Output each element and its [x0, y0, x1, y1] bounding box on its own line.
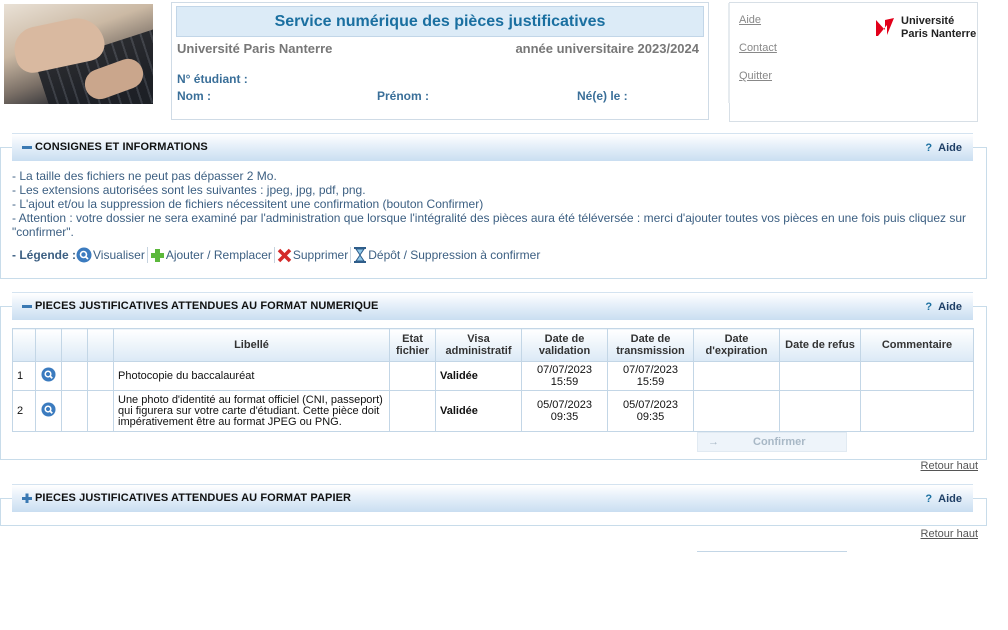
university-name: Université Paris Nanterre [177, 41, 333, 56]
documents-table: Libellé Etat fichier Visa administratif … [12, 328, 974, 432]
help-question-icon: ? [925, 142, 933, 154]
header-links-box: Aide Contact Quitter Université Paris Na… [728, 2, 978, 122]
view-icon [76, 247, 92, 263]
col-etat: Etat fichier [389, 328, 436, 362]
row-refus [779, 390, 861, 432]
row-libelle: Photocopie du baccalauréat [113, 361, 390, 391]
collapse-icon[interactable] [22, 142, 32, 152]
header-photo [4, 4, 153, 104]
instructions-title: CONSIGNES ET INFORMATIONS [35, 141, 208, 153]
digital-documents-header[interactable]: PIECES JUSTIFICATIVES ATTENDUES AU FORMA… [12, 292, 973, 320]
page-title: Service numérique des pièces justificati… [176, 6, 704, 37]
row-etat [389, 390, 436, 432]
row-commentaire [860, 390, 974, 432]
row-libelle: Une photo d'identité au format officiel … [113, 390, 390, 432]
back-to-top-link[interactable]: Retour haut [921, 460, 978, 472]
confirm-button[interactable]: → Confirmer [697, 432, 847, 452]
add-icon [150, 248, 164, 262]
student-identity-box: Service numérique des pièces justificati… [171, 2, 709, 120]
paper-documents-help[interactable]: ? Aide [925, 493, 962, 505]
row-visa: Validée [435, 390, 522, 432]
row-transmission: 07/07/2023 15:59 [607, 361, 694, 391]
row-etat [389, 361, 436, 391]
birth-date-label: Né(e) le : [577, 89, 628, 103]
legend: - Légende : Visualiser Ajouter / Remplac… [12, 247, 540, 263]
paper-documents-header[interactable]: PIECES JUSTIFICATIVES ATTENDUES AU FORMA… [12, 484, 973, 512]
instructions-help[interactable]: ? Aide [925, 142, 962, 154]
col-commentaire: Commentaire [860, 328, 974, 362]
logout-link[interactable]: Quitter [739, 70, 772, 82]
nanterre-logo-icon [876, 18, 894, 36]
delete-icon [277, 248, 292, 262]
paper-documents-title: PIECES JUSTIFICATIVES ATTENDUES AU FORMA… [35, 492, 352, 504]
table-row: 2 Une photo d'identité au format officie… [12, 390, 974, 432]
back-to-top-link[interactable]: Retour haut [921, 528, 978, 540]
instructions-header[interactable]: CONSIGNES ET INFORMATIONS ? Aide [12, 133, 973, 161]
legend-label: - Légende : [12, 248, 77, 262]
row-refus [779, 361, 861, 391]
collapse-icon[interactable] [22, 301, 32, 311]
row-visa: Validée [435, 361, 522, 391]
row-validation: 05/07/2023 09:35 [521, 390, 608, 432]
arrow-right-icon: → [708, 436, 719, 448]
row-validation: 07/07/2023 15:59 [521, 361, 608, 391]
col-validation: Date de validation [521, 328, 608, 362]
last-name-label: Nom : [177, 89, 211, 103]
first-name-label: Prénom : [377, 89, 430, 103]
help-link[interactable]: Aide [739, 14, 761, 26]
student-number-label: N° étudiant : [177, 72, 248, 86]
legend-pending: Dépôt / Suppression à confirmer [368, 248, 541, 262]
hourglass-icon [354, 247, 367, 263]
help-question-icon: ? [925, 301, 933, 313]
digital-documents-help[interactable]: ? Aide [925, 301, 962, 313]
expand-icon[interactable] [22, 493, 32, 503]
help-question-icon: ? [925, 493, 933, 505]
legend-view: Visualiser [93, 248, 145, 262]
row-number: 2 [12, 390, 36, 432]
digital-documents-title: PIECES JUSTIFICATIVES ATTENDUES AU FORMA… [35, 300, 379, 312]
col-expiration: Date d'expiration [693, 328, 780, 362]
col-transmission: Date de transmission [607, 328, 694, 362]
row-commentaire [860, 361, 974, 391]
view-icon[interactable] [41, 367, 56, 382]
col-visa: Visa administratif [435, 328, 522, 362]
view-button[interactable] [35, 361, 62, 391]
legend-delete: Supprimer [292, 248, 349, 262]
instruction-file-size: - La taille des fichiers ne peut pas dép… [12, 169, 277, 183]
view-button[interactable] [35, 390, 62, 432]
academic-year: année universitaire 2023/2024 [515, 41, 699, 56]
legend-add: Ajouter / Remplacer [165, 248, 272, 262]
col-refus: Date de refus [779, 328, 861, 362]
row-number: 1 [12, 361, 36, 391]
row-expiration [693, 361, 780, 391]
row-expiration [693, 390, 780, 432]
table-row: 1 Photocopie du baccalauréat Validée 07/… [12, 361, 974, 391]
instruction-warning: - Attention : votre dossier ne sera exam… [12, 211, 967, 239]
table-header-row: Libellé Etat fichier Visa administratif … [12, 328, 974, 362]
row-transmission: 05/07/2023 09:35 [607, 390, 694, 432]
instruction-extensions: - Les extensions autorisées sont les sui… [12, 183, 366, 197]
col-libelle: Libellé [113, 328, 390, 362]
contact-link[interactable]: Contact [739, 42, 777, 54]
view-icon[interactable] [41, 402, 56, 417]
instruction-confirmation: - L'ajout et/ou la suppression de fichie… [12, 197, 484, 211]
